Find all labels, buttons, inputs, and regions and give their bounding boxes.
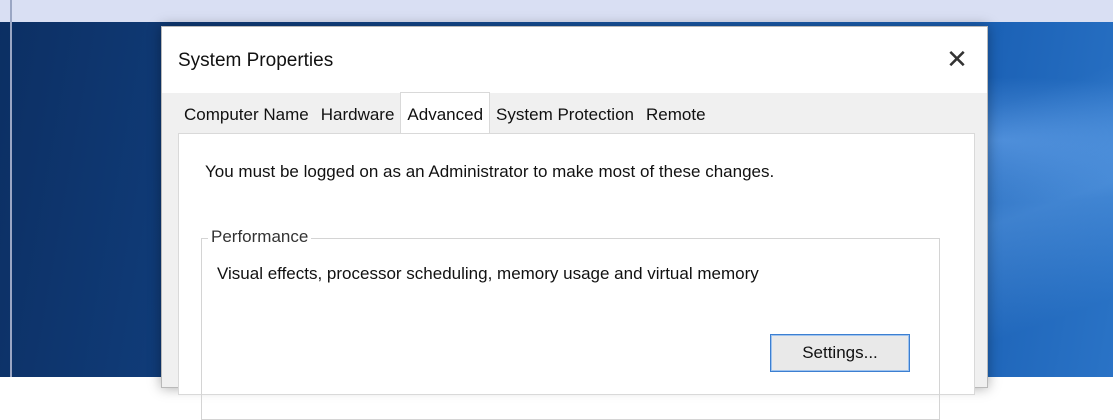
tab-computer-name[interactable]: Computer Name (178, 94, 315, 133)
close-icon: ✕ (946, 43, 968, 74)
tab-advanced[interactable]: Advanced (400, 92, 491, 133)
close-button[interactable]: ✕ (937, 41, 977, 77)
title-bar: System Properties ✕ (162, 27, 987, 93)
dialog-title: System Properties (178, 50, 334, 71)
admin-notice: You must be logged on as an Administrato… (205, 162, 775, 181)
tab-hardware[interactable]: Hardware (314, 94, 401, 133)
tab-remote[interactable]: Remote (640, 94, 712, 133)
window-top-strip (0, 0, 1113, 22)
performance-group-label: Performance (208, 227, 312, 247)
performance-description: Visual effects, processor scheduling, me… (217, 264, 759, 283)
performance-settings-button[interactable]: Settings... (770, 334, 910, 372)
tab-system-protection[interactable]: System Protection (490, 94, 640, 133)
tab-strip: Computer Name Hardware Advanced System P… (178, 92, 712, 133)
window-left-frame (10, 0, 12, 377)
system-properties-dialog: System Properties ✕ Computer Name Hardwa… (161, 26, 988, 420)
advanced-tab-panel: You must be logged on as an Administrato… (178, 133, 975, 420)
performance-group: Performance Visual effects, processor sc… (201, 227, 940, 420)
